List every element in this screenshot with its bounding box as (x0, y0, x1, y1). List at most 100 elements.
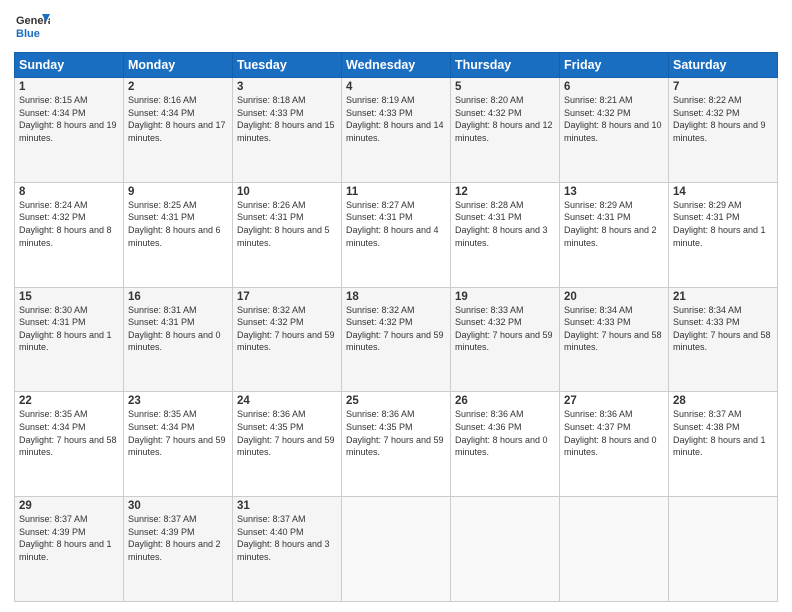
calendar-cell: 21 Sunrise: 8:34 AMSunset: 4:33 PMDaylig… (669, 287, 778, 392)
day-number: 5 (455, 81, 555, 93)
day-header-friday: Friday (560, 53, 669, 78)
day-info: Sunrise: 8:22 AMSunset: 4:32 PMDaylight:… (673, 95, 766, 143)
calendar-cell: 28 Sunrise: 8:37 AMSunset: 4:38 PMDaylig… (669, 392, 778, 497)
calendar-cell: 13 Sunrise: 8:29 AMSunset: 4:31 PMDaylig… (560, 182, 669, 287)
day-info: Sunrise: 8:28 AMSunset: 4:31 PMDaylight:… (455, 200, 548, 248)
calendar-cell (560, 497, 669, 602)
day-info: Sunrise: 8:16 AMSunset: 4:34 PMDaylight:… (128, 95, 226, 143)
day-info: Sunrise: 8:15 AMSunset: 4:34 PMDaylight:… (19, 95, 117, 143)
day-number: 14 (673, 186, 773, 198)
day-number: 12 (455, 186, 555, 198)
week-row-5: 29 Sunrise: 8:37 AMSunset: 4:39 PMDaylig… (15, 497, 778, 602)
page: General Blue SundayMondayTuesdayWednesda… (0, 0, 792, 612)
day-number: 21 (673, 291, 773, 303)
svg-text:Blue: Blue (16, 28, 40, 40)
day-number: 25 (346, 395, 446, 407)
calendar-cell: 27 Sunrise: 8:36 AMSunset: 4:37 PMDaylig… (560, 392, 669, 497)
day-info: Sunrise: 8:36 AMSunset: 4:37 PMDaylight:… (564, 409, 657, 457)
day-number: 20 (564, 291, 664, 303)
day-number: 28 (673, 395, 773, 407)
day-number: 30 (128, 500, 228, 512)
calendar-cell: 2 Sunrise: 8:16 AMSunset: 4:34 PMDayligh… (124, 78, 233, 183)
day-number: 23 (128, 395, 228, 407)
calendar-cell: 6 Sunrise: 8:21 AMSunset: 4:32 PMDayligh… (560, 78, 669, 183)
day-number: 13 (564, 186, 664, 198)
day-info: Sunrise: 8:36 AMSunset: 4:35 PMDaylight:… (237, 409, 335, 457)
day-number: 7 (673, 81, 773, 93)
day-number: 22 (19, 395, 119, 407)
calendar-cell: 14 Sunrise: 8:29 AMSunset: 4:31 PMDaylig… (669, 182, 778, 287)
day-number: 31 (237, 500, 337, 512)
calendar-cell: 24 Sunrise: 8:36 AMSunset: 4:35 PMDaylig… (233, 392, 342, 497)
day-number: 16 (128, 291, 228, 303)
calendar-cell: 30 Sunrise: 8:37 AMSunset: 4:39 PMDaylig… (124, 497, 233, 602)
day-info: Sunrise: 8:32 AMSunset: 4:32 PMDaylight:… (346, 305, 444, 353)
calendar-cell: 3 Sunrise: 8:18 AMSunset: 4:33 PMDayligh… (233, 78, 342, 183)
day-number: 11 (346, 186, 446, 198)
day-header-wednesday: Wednesday (342, 53, 451, 78)
calendar-cell: 15 Sunrise: 8:30 AMSunset: 4:31 PMDaylig… (15, 287, 124, 392)
calendar-cell: 17 Sunrise: 8:32 AMSunset: 4:32 PMDaylig… (233, 287, 342, 392)
calendar-cell: 12 Sunrise: 8:28 AMSunset: 4:31 PMDaylig… (451, 182, 560, 287)
calendar-table: SundayMondayTuesdayWednesdayThursdayFrid… (14, 52, 778, 602)
day-number: 15 (19, 291, 119, 303)
day-info: Sunrise: 8:18 AMSunset: 4:33 PMDaylight:… (237, 95, 335, 143)
calendar-cell: 10 Sunrise: 8:26 AMSunset: 4:31 PMDaylig… (233, 182, 342, 287)
calendar-cell: 16 Sunrise: 8:31 AMSunset: 4:31 PMDaylig… (124, 287, 233, 392)
calendar-cell (669, 497, 778, 602)
day-info: Sunrise: 8:27 AMSunset: 4:31 PMDaylight:… (346, 200, 439, 248)
calendar-cell: 1 Sunrise: 8:15 AMSunset: 4:34 PMDayligh… (15, 78, 124, 183)
day-info: Sunrise: 8:20 AMSunset: 4:32 PMDaylight:… (455, 95, 553, 143)
day-number: 18 (346, 291, 446, 303)
week-row-4: 22 Sunrise: 8:35 AMSunset: 4:34 PMDaylig… (15, 392, 778, 497)
calendar-cell (342, 497, 451, 602)
day-number: 10 (237, 186, 337, 198)
day-number: 2 (128, 81, 228, 93)
day-number: 6 (564, 81, 664, 93)
day-number: 3 (237, 81, 337, 93)
calendar-cell: 29 Sunrise: 8:37 AMSunset: 4:39 PMDaylig… (15, 497, 124, 602)
header: General Blue (14, 10, 778, 46)
day-info: Sunrise: 8:34 AMSunset: 4:33 PMDaylight:… (564, 305, 662, 353)
day-number: 26 (455, 395, 555, 407)
calendar-cell: 23 Sunrise: 8:35 AMSunset: 4:34 PMDaylig… (124, 392, 233, 497)
calendar-cell: 9 Sunrise: 8:25 AMSunset: 4:31 PMDayligh… (124, 182, 233, 287)
day-info: Sunrise: 8:29 AMSunset: 4:31 PMDaylight:… (673, 200, 766, 248)
day-header-thursday: Thursday (451, 53, 560, 78)
day-header-monday: Monday (124, 53, 233, 78)
day-info: Sunrise: 8:37 AMSunset: 4:39 PMDaylight:… (19, 514, 112, 562)
day-header-sunday: Sunday (15, 53, 124, 78)
day-info: Sunrise: 8:37 AMSunset: 4:38 PMDaylight:… (673, 409, 766, 457)
calendar-cell: 26 Sunrise: 8:36 AMSunset: 4:36 PMDaylig… (451, 392, 560, 497)
day-number: 19 (455, 291, 555, 303)
calendar-cell: 11 Sunrise: 8:27 AMSunset: 4:31 PMDaylig… (342, 182, 451, 287)
day-info: Sunrise: 8:21 AMSunset: 4:32 PMDaylight:… (564, 95, 662, 143)
calendar-cell: 8 Sunrise: 8:24 AMSunset: 4:32 PMDayligh… (15, 182, 124, 287)
day-number: 1 (19, 81, 119, 93)
day-number: 27 (564, 395, 664, 407)
day-info: Sunrise: 8:36 AMSunset: 4:35 PMDaylight:… (346, 409, 444, 457)
week-row-1: 1 Sunrise: 8:15 AMSunset: 4:34 PMDayligh… (15, 78, 778, 183)
day-info: Sunrise: 8:25 AMSunset: 4:31 PMDaylight:… (128, 200, 221, 248)
day-number: 9 (128, 186, 228, 198)
day-info: Sunrise: 8:30 AMSunset: 4:31 PMDaylight:… (19, 305, 112, 353)
calendar-cell: 19 Sunrise: 8:33 AMSunset: 4:32 PMDaylig… (451, 287, 560, 392)
day-info: Sunrise: 8:33 AMSunset: 4:32 PMDaylight:… (455, 305, 553, 353)
calendar-cell: 7 Sunrise: 8:22 AMSunset: 4:32 PMDayligh… (669, 78, 778, 183)
logo-svg: General Blue (14, 10, 50, 46)
day-info: Sunrise: 8:37 AMSunset: 4:40 PMDaylight:… (237, 514, 330, 562)
calendar-cell: 5 Sunrise: 8:20 AMSunset: 4:32 PMDayligh… (451, 78, 560, 183)
day-info: Sunrise: 8:29 AMSunset: 4:31 PMDaylight:… (564, 200, 657, 248)
calendar-cell: 25 Sunrise: 8:36 AMSunset: 4:35 PMDaylig… (342, 392, 451, 497)
day-number: 4 (346, 81, 446, 93)
day-number: 24 (237, 395, 337, 407)
calendar-cell (451, 497, 560, 602)
calendar-cell: 22 Sunrise: 8:35 AMSunset: 4:34 PMDaylig… (15, 392, 124, 497)
day-number: 17 (237, 291, 337, 303)
week-row-3: 15 Sunrise: 8:30 AMSunset: 4:31 PMDaylig… (15, 287, 778, 392)
day-info: Sunrise: 8:26 AMSunset: 4:31 PMDaylight:… (237, 200, 330, 248)
logo: General Blue (14, 10, 50, 46)
day-info: Sunrise: 8:32 AMSunset: 4:32 PMDaylight:… (237, 305, 335, 353)
day-header-saturday: Saturday (669, 53, 778, 78)
week-row-2: 8 Sunrise: 8:24 AMSunset: 4:32 PMDayligh… (15, 182, 778, 287)
